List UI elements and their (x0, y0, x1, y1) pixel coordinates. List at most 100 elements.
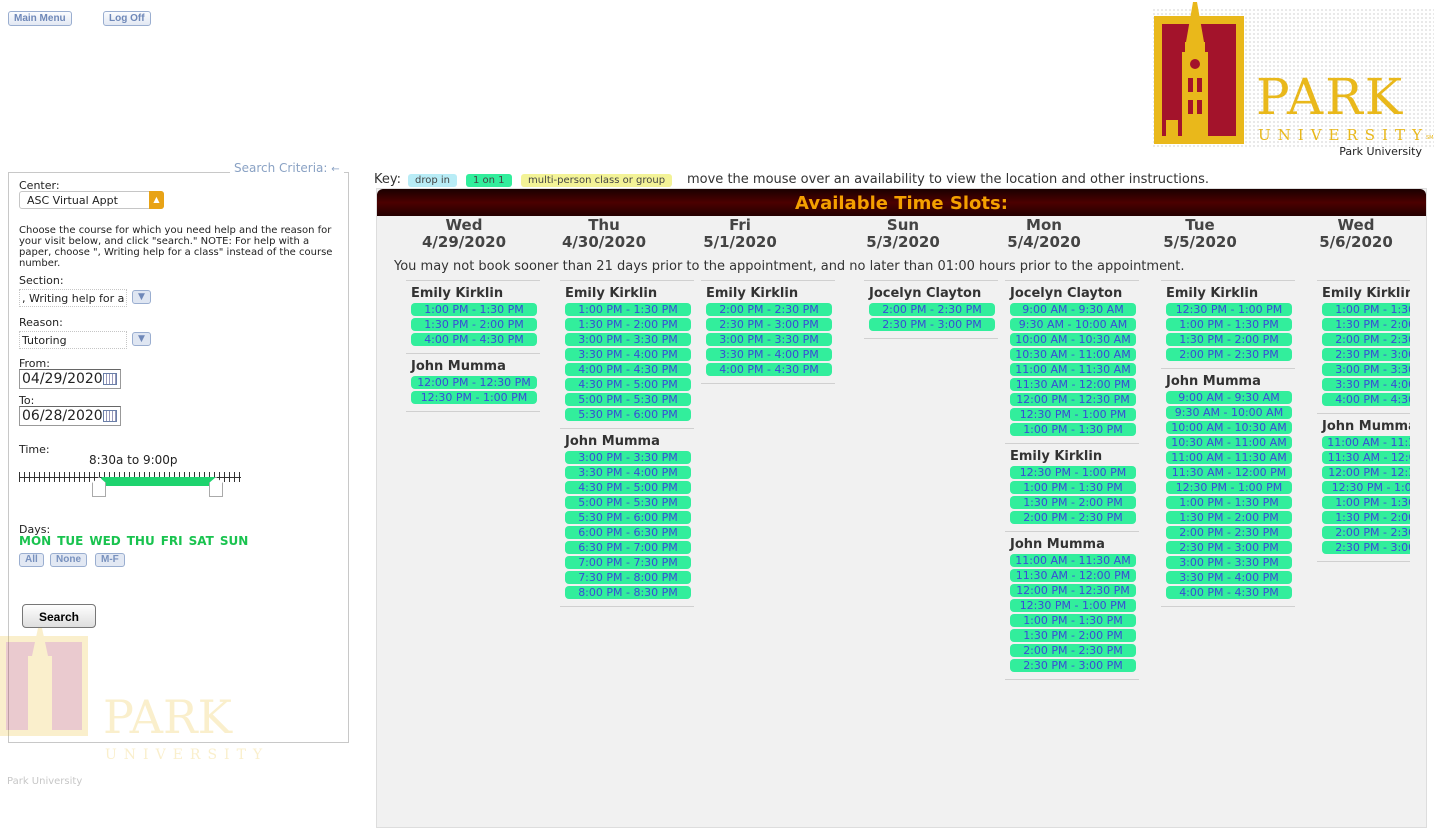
time-slot[interactable]: 4:30 PM - 5:00 PM (565, 378, 691, 391)
time-slot[interactable]: 12:30 PM - 1:00 PM (1166, 481, 1292, 494)
main-menu-button[interactable]: Main Menu (8, 11, 72, 26)
time-slot[interactable]: 2:00 PM - 2:30 PM (1166, 348, 1292, 361)
day-toggle-tue[interactable]: TUE (57, 534, 83, 548)
time-slot[interactable]: 12:00 PM - 12:30 PM (1010, 393, 1136, 406)
day-toggle-sat[interactable]: SAT (189, 534, 214, 548)
time-slot[interactable]: 5:00 PM - 5:30 PM (565, 393, 691, 406)
time-slot[interactable]: 4:00 PM - 4:30 PM (411, 333, 537, 346)
time-slot[interactable]: 1:00 PM - 1:30 PM (1322, 496, 1410, 509)
time-slot[interactable]: 7:00 PM - 7:30 PM (565, 556, 691, 569)
time-slot[interactable]: 3:00 PM - 3:30 PM (1166, 556, 1292, 569)
days-none-button[interactable]: None (50, 553, 87, 567)
time-slot[interactable]: 3:30 PM - 4:00 PM (1322, 378, 1410, 391)
day-toggle-mon[interactable]: MON (19, 534, 51, 548)
time-slot[interactable]: 3:00 PM - 3:30 PM (706, 333, 832, 346)
time-slot[interactable]: 12:00 PM - 12:30 PM (411, 376, 537, 389)
log-off-button[interactable]: Log Off (103, 11, 151, 26)
days-mf-button[interactable]: M-F (95, 553, 125, 567)
time-slot[interactable]: 2:30 PM - 3:00 PM (706, 318, 832, 331)
time-slot[interactable]: 1:00 PM - 1:30 PM (565, 303, 691, 316)
day-toggle-thu[interactable]: THU (127, 534, 155, 548)
time-slot[interactable]: 12:30 PM - 1:00 PM (1010, 466, 1136, 479)
time-slot[interactable]: 1:30 PM - 2:00 PM (1010, 629, 1136, 642)
reason-input[interactable]: Tutoring (19, 331, 127, 349)
search-button[interactable]: Search (22, 604, 96, 628)
time-slot[interactable]: 1:30 PM - 2:00 PM (1010, 496, 1136, 509)
time-slot[interactable]: 1:00 PM - 1:30 PM (1322, 303, 1410, 316)
time-slot[interactable]: 11:00 AM - 11:30 AM (1010, 363, 1136, 376)
time-slot[interactable]: 7:30 PM - 8:00 PM (565, 571, 691, 584)
time-slot[interactable]: 3:00 PM - 3:30 PM (1322, 363, 1410, 376)
time-slot[interactable]: 1:30 PM - 2:00 PM (1322, 318, 1410, 331)
time-slot[interactable]: 11:30 AM - 12:00 PM (1010, 569, 1136, 582)
time-slot[interactable]: 10:00 AM - 10:30 AM (1166, 421, 1292, 434)
time-slot[interactable]: 10:30 AM - 11:00 AM (1166, 436, 1292, 449)
time-slot[interactable]: 12:30 PM - 1:00 PM (1010, 599, 1136, 612)
section-input[interactable]: , Writing help for a class (19, 289, 127, 307)
time-slot[interactable]: 4:00 PM - 4:30 PM (706, 363, 832, 376)
time-slot[interactable]: 2:00 PM - 2:30 PM (1010, 644, 1136, 657)
time-slot[interactable]: 12:00 PM - 12:30 PM (1010, 584, 1136, 597)
time-slot[interactable]: 1:00 PM - 1:30 PM (1010, 481, 1136, 494)
time-slot[interactable]: 6:00 PM - 6:30 PM (565, 526, 691, 539)
time-slot[interactable]: 11:00 AM - 11:30 AM (1010, 554, 1136, 567)
time-slot[interactable]: 2:30 PM - 3:00 PM (1166, 541, 1292, 554)
search-criteria-legend[interactable]: Search Criteria: ← (230, 161, 344, 175)
time-slot[interactable]: 11:00 AM - 11:30 AM (1322, 436, 1410, 449)
time-slot[interactable]: 11:00 AM - 11:30 AM (1166, 451, 1292, 464)
time-slot[interactable]: 1:00 PM - 1:30 PM (1010, 614, 1136, 627)
time-slot[interactable]: 1:30 PM - 2:00 PM (1322, 511, 1410, 524)
day-toggle-sun[interactable]: SUN (220, 534, 248, 548)
time-slot[interactable]: 11:30 AM - 12:00 PM (1166, 466, 1292, 479)
day-toggle-wed[interactable]: WED (89, 534, 120, 548)
time-slider-range[interactable] (101, 477, 216, 486)
section-dropdown-button[interactable]: ▼ (132, 290, 151, 304)
time-slot[interactable]: 2:00 PM - 2:30 PM (869, 303, 995, 316)
time-slot[interactable]: 2:30 PM - 3:00 PM (1322, 541, 1410, 554)
time-slot[interactable]: 4:30 PM - 5:00 PM (565, 481, 691, 494)
calendar-icon[interactable] (103, 373, 117, 385)
time-slot[interactable]: 5:30 PM - 6:00 PM (565, 511, 691, 524)
time-slot[interactable]: 10:00 AM - 10:30 AM (1010, 333, 1136, 346)
time-slot[interactable]: 9:00 AM - 9:30 AM (1010, 303, 1136, 316)
time-slot[interactable]: 2:30 PM - 3:00 PM (1322, 348, 1410, 361)
time-slot[interactable]: 2:00 PM - 2:30 PM (706, 303, 832, 316)
time-slot[interactable]: 12:30 PM - 1:00 PM (1322, 481, 1410, 494)
time-slot[interactable]: 9:30 AM - 10:00 AM (1166, 406, 1292, 419)
time-slot[interactable]: 9:30 AM - 10:00 AM (1010, 318, 1136, 331)
time-slot[interactable]: 10:30 AM - 11:00 AM (1010, 348, 1136, 361)
days-all-button[interactable]: All (19, 553, 44, 567)
time-slot[interactable]: 8:00 PM - 8:30 PM (565, 586, 691, 599)
day-toggle-fri[interactable]: FRI (161, 534, 183, 548)
from-date-input[interactable]: 04/29/2020 (19, 369, 121, 389)
time-slot[interactable]: 1:00 PM - 1:30 PM (411, 303, 537, 316)
time-slot[interactable]: 6:30 PM - 7:00 PM (565, 541, 691, 554)
time-slot[interactable]: 3:30 PM - 4:00 PM (565, 466, 691, 479)
time-slot[interactable]: 1:30 PM - 2:00 PM (1166, 511, 1292, 524)
time-slot[interactable]: 1:00 PM - 1:30 PM (1010, 423, 1136, 436)
time-slot[interactable]: 3:30 PM - 4:00 PM (565, 348, 691, 361)
time-slot[interactable]: 1:00 PM - 1:30 PM (1166, 496, 1292, 509)
center-select[interactable]: ASC Virtual Appt ▲ (19, 191, 164, 209)
time-slot[interactable]: 2:00 PM - 2:30 PM (1010, 511, 1136, 524)
collapse-arrow-icon[interactable]: ← (331, 164, 339, 175)
time-slot[interactable]: 12:30 PM - 1:00 PM (411, 391, 537, 404)
time-slot[interactable]: 5:00 PM - 5:30 PM (565, 496, 691, 509)
time-slot[interactable]: 1:30 PM - 2:00 PM (1166, 333, 1292, 346)
calendar-icon[interactable] (103, 410, 117, 422)
time-slot[interactable]: 1:30 PM - 2:00 PM (565, 318, 691, 331)
slots-scroll-area[interactable]: You may not book sooner than 21 days pri… (377, 189, 1410, 827)
time-slot[interactable]: 12:30 PM - 1:00 PM (1166, 303, 1292, 316)
to-date-input[interactable]: 06/28/2020 (19, 406, 121, 426)
time-slot[interactable]: 11:30 AM - 12:00 PM (1322, 451, 1410, 464)
time-slot[interactable]: 12:00 PM - 12:30 PM (1322, 466, 1410, 479)
time-slot[interactable]: 1:00 PM - 1:30 PM (1166, 318, 1292, 331)
time-slot[interactable]: 4:00 PM - 4:30 PM (1322, 393, 1410, 406)
time-slot[interactable]: 3:00 PM - 3:30 PM (565, 451, 691, 464)
time-slot[interactable]: 2:00 PM - 2:30 PM (1322, 526, 1410, 539)
time-slot[interactable]: 2:30 PM - 3:00 PM (1010, 659, 1136, 672)
time-slot[interactable]: 4:00 PM - 4:30 PM (1166, 586, 1292, 599)
time-slot[interactable]: 11:30 AM - 12:00 PM (1010, 378, 1136, 391)
time-slot[interactable]: 5:30 PM - 6:00 PM (565, 408, 691, 421)
time-slot[interactable]: 2:00 PM - 2:30 PM (1166, 526, 1292, 539)
